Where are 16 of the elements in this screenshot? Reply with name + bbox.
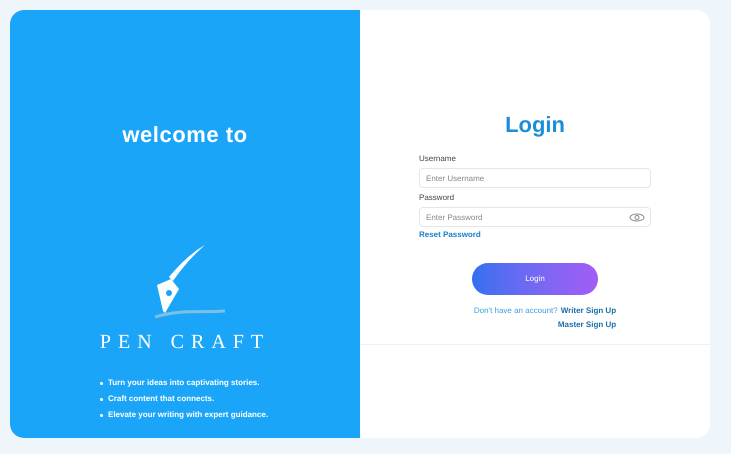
username-field[interactable]: Enter Username	[419, 168, 651, 188]
reset-password-link[interactable]: Reset Password	[419, 229, 481, 241]
master-signup-link[interactable]: Master Sign Up	[558, 319, 616, 331]
feature-item: Craft content that connects.	[100, 393, 268, 405]
signup-prompt: Don't have an account?	[474, 305, 558, 317]
login-button[interactable]: Login	[472, 263, 598, 295]
feature-item: Elevate your writing with expert guidance.	[100, 409, 268, 421]
username-label: Username	[419, 153, 457, 165]
login-title: Login	[505, 111, 565, 139]
password-label: Password	[419, 192, 456, 204]
writer-signup-link[interactable]: Writer Sign Up	[560, 305, 616, 317]
brand-name: PEN CRAFT	[100, 330, 270, 355]
password-field[interactable]: Enter Password	[419, 207, 651, 227]
welcome-heading: welcome to	[122, 121, 248, 149]
feature-item: Turn your ideas into captivating stories.	[100, 377, 268, 389]
eye-icon[interactable]	[629, 212, 645, 222]
